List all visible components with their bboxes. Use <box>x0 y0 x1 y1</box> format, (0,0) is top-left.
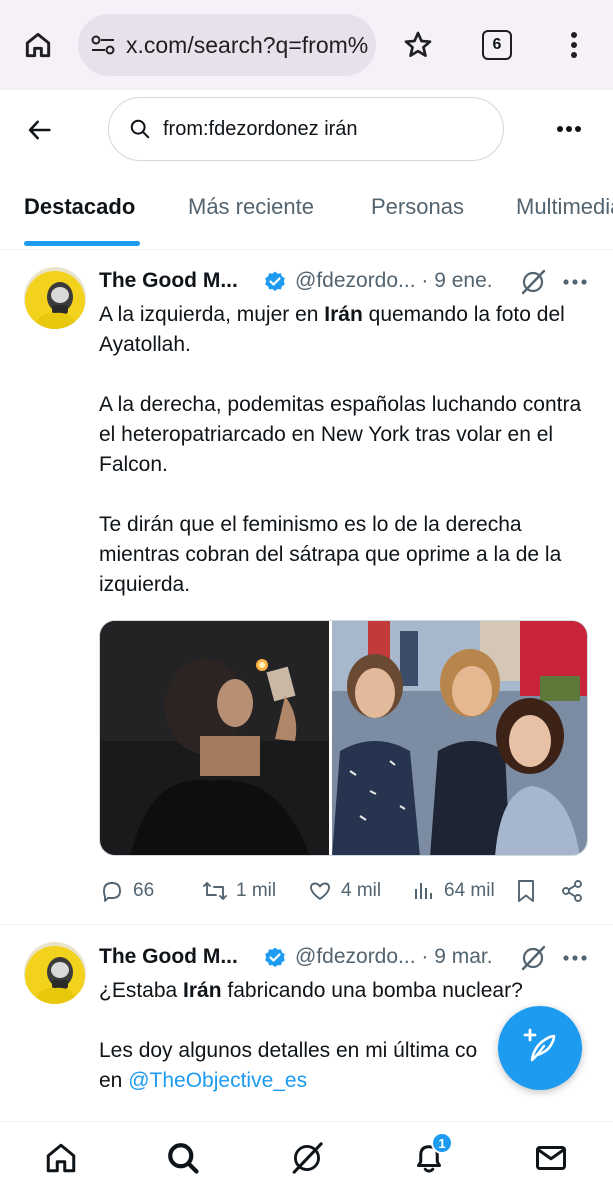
like-count: 4 mil <box>341 880 382 901</box>
tweet-paragraph: Te dirán que el feminismo es lo de la de… <box>99 513 562 596</box>
tweet-text-highlight: Irán <box>183 979 222 1002</box>
tweet-text-part: en <box>99 1069 129 1092</box>
tweet-more-icon[interactable] <box>561 269 589 295</box>
reply-count: 66 <box>133 880 155 901</box>
author-handle[interactable]: @fdezordo... <box>295 269 416 292</box>
bottom-navigation: 1 <box>0 1121 613 1200</box>
repost-count: 1 mil <box>236 880 277 901</box>
tweet[interactable]: The Good M... @fdezordo... · 9 ene. A la… <box>0 250 613 924</box>
avatar[interactable] <box>24 942 86 1004</box>
repost-icon <box>202 878 228 904</box>
home-icon <box>43 1140 79 1181</box>
tab-multimedia[interactable]: Multimedia <box>516 194 613 220</box>
author-handle[interactable]: @fdezordo... <box>295 945 416 968</box>
nav-home[interactable] <box>41 1140 81 1180</box>
bookmark-star-icon[interactable] <box>398 25 438 65</box>
tab-destacado[interactable]: Destacado <box>24 194 135 220</box>
search-header: from:fdezordonez irán <box>0 90 613 168</box>
search-icon <box>165 1140 201 1181</box>
repost-button[interactable]: 1 mil <box>202 875 276 907</box>
share-button[interactable] <box>559 875 593 907</box>
grok-icon[interactable] <box>519 268 547 296</box>
tweet-date[interactable]: · 9 mar. <box>421 945 492 968</box>
tweet-media-image[interactable] <box>99 620 588 856</box>
author-name[interactable]: The Good M... <box>99 945 238 969</box>
tweet-date[interactable]: · 9 ene. <box>421 269 492 292</box>
compose-feather-icon <box>520 1026 560 1071</box>
browser-home-icon[interactable] <box>18 25 58 65</box>
nav-grok[interactable] <box>287 1140 327 1180</box>
tweet-header: The Good M... @fdezordo... · 9 ene. <box>99 269 599 299</box>
search-query: from:fdezordonez irán <box>163 117 358 140</box>
tweet-actions: 66 1 mil 4 mil 64 mil <box>99 875 594 907</box>
browser-toolbar: x.com/search?q=from% 6 <box>0 0 613 90</box>
tab-personas[interactable]: Personas <box>371 194 464 220</box>
tweet-text-part: fabricando una bomba nuclear? <box>221 979 523 1002</box>
bookmark-icon <box>513 878 539 904</box>
avatar[interactable] <box>24 267 86 329</box>
tab-switcher-button[interactable]: 6 <box>482 30 512 60</box>
notification-badge: 1 <box>431 1132 453 1154</box>
tweet-text: A la izquierda, mujer en Irán quemando l… <box>99 300 589 600</box>
url-text: x.com/search?q=from% <box>126 31 369 58</box>
tweet-text-highlight: Irán <box>324 303 363 326</box>
site-settings-icon[interactable] <box>88 34 118 56</box>
author-handle-and-date: @fdezordo... · 9 mar. <box>295 945 493 969</box>
tab-count: 6 <box>492 36 502 53</box>
reply-icon <box>99 878 125 904</box>
more-options-icon[interactable] <box>553 114 585 144</box>
view-count: 64 mil <box>444 880 495 901</box>
share-icon <box>559 878 585 904</box>
like-button[interactable]: 4 mil <box>307 875 381 907</box>
browser-menu-icon[interactable] <box>558 25 590 65</box>
tab-mas-reciente[interactable]: Más reciente <box>188 194 314 220</box>
bookmark-button[interactable] <box>513 875 547 907</box>
views-button[interactable]: 64 mil <box>410 875 495 907</box>
active-tab-indicator <box>24 241 140 246</box>
views-icon <box>410 878 436 904</box>
grok-icon[interactable] <box>519 944 547 972</box>
nav-notifications[interactable]: 1 <box>409 1132 453 1180</box>
tweet-text-part: ¿Estaba <box>99 979 184 1002</box>
compose-tweet-button[interactable] <box>498 1006 582 1090</box>
author-handle-and-date: @fdezordo... · 9 ene. <box>295 269 493 293</box>
search-tabs: Destacado Más reciente Personas Multimed… <box>0 168 613 250</box>
back-arrow-icon[interactable] <box>22 112 58 148</box>
verified-badge-icon <box>263 270 287 294</box>
tweet-more-icon[interactable] <box>561 945 589 971</box>
tweet-paragraph: A la derecha, podemitas españolas luchan… <box>99 393 582 476</box>
envelope-icon <box>533 1140 569 1181</box>
search-input[interactable]: from:fdezordonez irán <box>108 97 504 161</box>
grok-icon <box>289 1140 325 1181</box>
nav-search[interactable] <box>163 1140 203 1180</box>
author-name[interactable]: The Good M... <box>99 269 238 293</box>
nav-messages[interactable] <box>531 1140 571 1180</box>
verified-badge-icon <box>263 946 287 970</box>
tweet-text-part: A la izquierda, mujer en <box>99 303 325 326</box>
search-icon <box>129 118 155 140</box>
heart-icon <box>307 878 333 904</box>
reply-button[interactable]: 66 <box>99 875 154 907</box>
address-bar[interactable]: x.com/search?q=from% <box>78 14 376 76</box>
mention-link[interactable]: @TheObjective_es <box>128 1069 307 1092</box>
tweet-header: The Good M... @fdezordo... · 9 mar. <box>99 945 599 975</box>
